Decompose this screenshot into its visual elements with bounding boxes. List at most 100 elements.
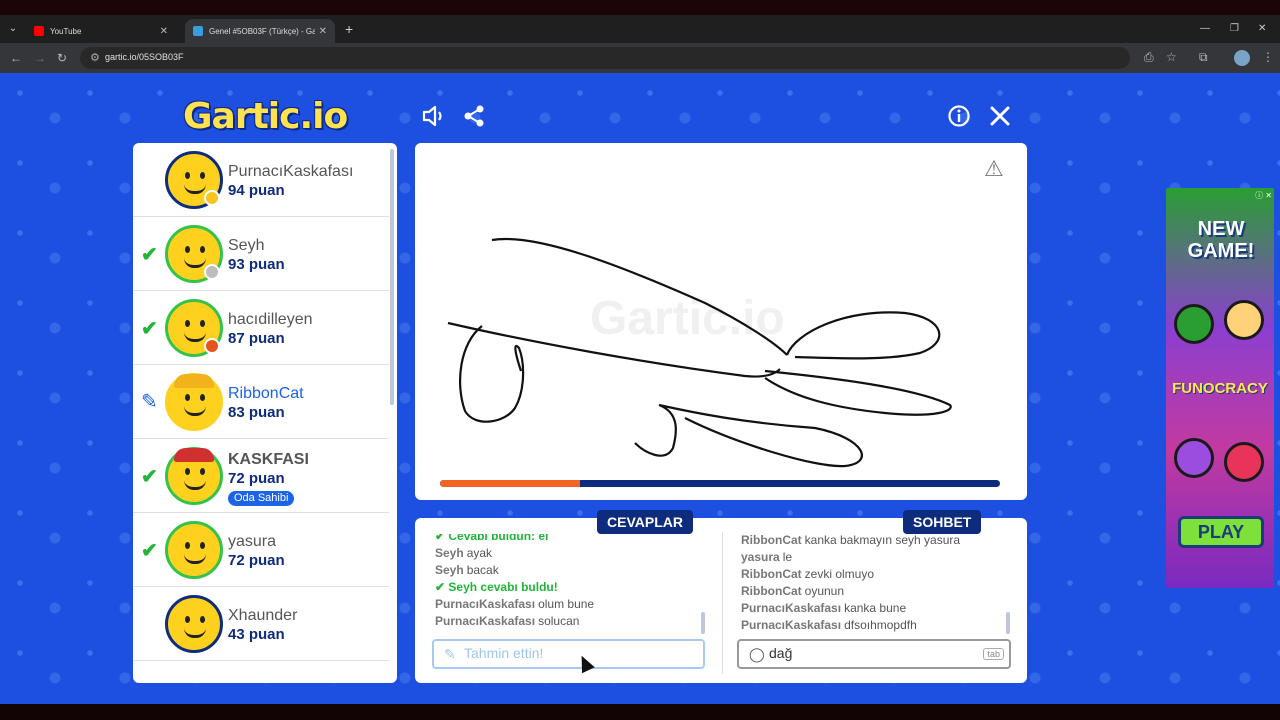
player-name: hacıdilleyen [228,311,313,328]
restore-icon[interactable]: ❐ [1230,23,1239,34]
player-name: Xhaunder [228,607,298,624]
tab-label: YouTube [50,26,82,36]
ad-character-avatar [1174,438,1214,478]
share-icon[interactable] [463,104,485,133]
answer-message: PurnacıKaskafası olum bune [435,597,595,611]
chat-title: SOHBET [903,510,982,534]
chat-scrollbar[interactable] [1006,612,1010,634]
ad-play-button[interactable]: PLAY [1178,516,1264,548]
address-bar[interactable]: ⚙ gartic.io/05SOB03F [80,47,1130,69]
answers-scrollbar[interactable] [701,612,705,634]
answer-success: ✔ Seyh cevabı buldu! [435,580,558,594]
extensions-icon[interactable]: ⧉ [1199,50,1208,64]
pencil-icon: ✎ [141,391,158,413]
answers-list: ✔ Cevabı buldun: el Seyh ayak Seyh bacak ✔… [435,534,705,634]
room-owner-badge: Oda Sahibi [228,491,295,506]
player-score: 72 puan [228,552,285,569]
chat-message: RibbonCat kanka bakmayın seyh yasura [741,534,961,547]
install-app-icon[interactable]: ⎙ [1144,50,1154,64]
bookmark-star-icon[interactable]: ☆ [1166,50,1177,64]
report-warning-icon[interactable]: ⚠ [984,156,1004,182]
answer-message: Seyh ayak [435,546,493,560]
minimize-icon[interactable]: — [1200,23,1210,34]
reload-icon[interactable]: ↻ [57,51,67,65]
avatar [165,447,223,505]
close-tab-icon[interactable]: ✕ [319,26,327,37]
player-row[interactable]: Xhaunder 43 puan [133,587,389,661]
drawing-canvas[interactable]: Gartic.io ⚠ [415,143,1027,500]
player-score: 72 puan [228,470,285,487]
timer-fill [440,480,580,487]
youtube-favicon-icon [34,26,44,36]
player-row[interactable]: ✔ hacıdilleyen 87 puan [133,291,389,365]
avatar [165,373,223,431]
site-info-icon[interactable]: ⚙ [90,51,100,64]
check-icon: ✔ [435,580,449,594]
avatar [165,595,223,653]
chat-message: RibbonCat zevki olmuyo [741,567,875,581]
back-icon[interactable]: ← [10,51,22,65]
player-score: 87 puan [228,330,285,347]
browser-menu-icon[interactable]: ⋮ [1262,50,1274,64]
player-name: PurnacıKaskafası [228,163,354,180]
avatar [165,521,223,579]
url-text: gartic.io/05SOB03F [105,52,184,62]
forward-icon[interactable]: → [34,51,46,65]
close-tab-icon[interactable]: ✕ [160,26,168,37]
sound-icon[interactable] [421,104,447,133]
player-score: 94 puan [228,182,285,199]
chat-message: PurnacıKaskafası dfsoıhmopdfh [741,618,917,632]
chat-list: RibbonCat kanka bakmayın seyh yasura yasu… [741,534,1005,634]
player-row[interactable]: ✔ Seyh 93 puan [133,217,389,291]
checkmark-icon: ✔ [141,318,158,340]
panel-divider [722,532,723,674]
chat-bubble-icon: ◯ [749,646,765,662]
chat-message: yasura le [741,550,793,564]
page-bottom-strip [0,704,1280,720]
player-row[interactable]: ✔ KASKFASI 72 puan Oda Sahibi [133,439,389,513]
player-name: yasura [228,533,277,550]
player-name: Seyh [228,237,265,254]
player-name: KASKFASI [228,451,309,468]
tab-key-hint: tab [983,648,1004,660]
guess-input[interactable] [464,645,664,661]
new-tab-icon[interactable]: + [345,22,353,36]
tab-label: Genel #5OB03F (Türkçe) - Gartic.io [209,26,315,36]
exit-icon[interactable] [988,104,1012,133]
player-score: 83 puan [228,404,285,421]
browser-tab-strip: ⌄ YouTube ✕ Genel #5OB03F (Türkçe) - Gar… [0,15,1280,43]
ad-brand: FUNOCRACY [1172,380,1268,397]
player-row[interactable]: PurnacıKaskafası 94 puan [133,143,389,217]
tab-youtube[interactable]: YouTube ✕ [26,19,176,43]
ad-info-icon[interactable]: ⓘ ✕ [1255,190,1272,201]
players-list[interactable]: PurnacıKaskafası 94 puan ✔ Seyh 93 puan … [133,143,397,683]
chat-message: PurnacıKaskafası kanka bune [741,601,907,615]
checkmark-icon: ✔ [141,540,158,562]
window-close-icon[interactable]: ✕ [1258,23,1266,34]
players-scrollbar[interactable] [390,149,394,405]
checkmark-icon: ✔ [141,244,158,266]
answers-title: CEVAPLAR [597,510,693,534]
chat-message: RibbonCat oyunun [741,584,845,598]
check-icon: ✔ [435,534,449,543]
info-icon[interactable] [947,104,971,133]
ad-character-avatar [1224,442,1264,482]
answer-success: ✔ Cevabı buldun: el [435,534,705,545]
player-row[interactable]: ✔ yasura 72 puan [133,513,389,587]
browser-toolbar: ← → ↻ ⚙ gartic.io/05SOB03F ⎙ ☆ ⧉ ⋮ [0,43,1280,73]
ad-banner[interactable]: ⓘ ✕ NEW GAME! FUNOCRACY PLAY [1166,188,1274,588]
pencil-icon: ✎ [444,646,456,662]
profile-avatar[interactable] [1234,50,1250,66]
player-score: 93 puan [228,256,285,273]
gartic-favicon-icon [193,26,203,36]
ad-character-avatar [1224,300,1264,340]
guess-field[interactable]: ✎ [432,639,705,669]
chat-field[interactable]: ◯ tab [737,639,1011,669]
tab-search-icon[interactable]: ⌄ [6,22,20,36]
chat-input[interactable] [769,645,969,661]
player-row-drawer[interactable]: ✎ RibbonCat 83 puan [133,365,389,439]
status-dot [204,190,220,206]
timer-bar [440,480,1000,487]
tab-gartic[interactable]: Genel #5OB03F (Türkçe) - Gartic.io ✕ [185,19,335,43]
gartic-logo[interactable]: Gartic.io [183,96,348,137]
